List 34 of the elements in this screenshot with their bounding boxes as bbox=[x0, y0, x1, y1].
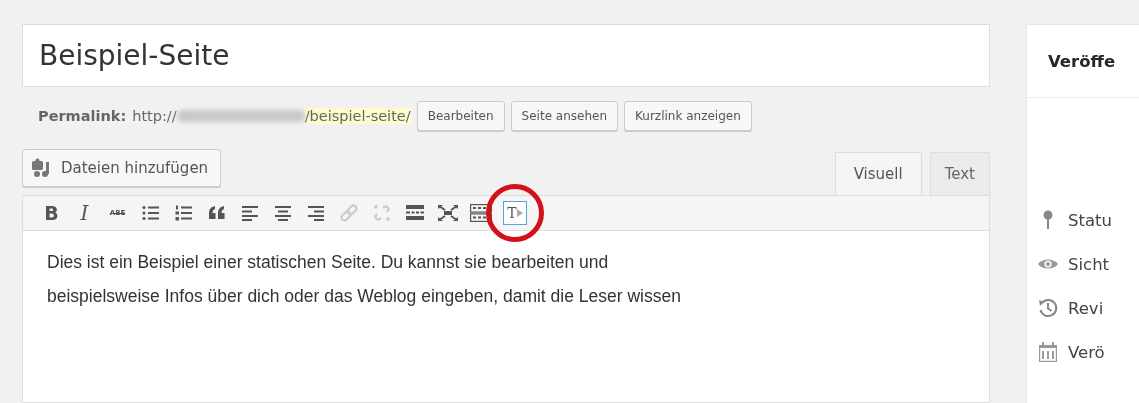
eye-icon bbox=[1038, 258, 1058, 270]
align-center-icon bbox=[273, 205, 292, 221]
quote-icon bbox=[207, 206, 226, 220]
title-field[interactable]: Beispiel-Seite bbox=[22, 24, 990, 87]
editor-tab[interactable]: Text bbox=[929, 152, 990, 195]
publish-setting-label: Statu bbox=[1068, 210, 1112, 230]
edit-permalink-button[interactable]: Bearbeiten bbox=[416, 101, 505, 131]
fullscreen-icon bbox=[437, 205, 458, 221]
permalink-url: http:// bbox=[132, 108, 177, 124]
align-left-icon bbox=[240, 205, 259, 221]
align-right-icon bbox=[306, 205, 325, 221]
calendar-icon bbox=[1038, 342, 1058, 362]
editor-text: Dies ist ein Beispiel einer statischen Seite. Du kannst sie bearbeiten und beispielsweise Infos über dich oder das Weblog eingeben, damit die Leser wissen bbox=[22, 231, 990, 403]
editor-tab[interactable]: Visuell bbox=[834, 152, 922, 195]
publish-box-title: Veröffe bbox=[1027, 25, 1139, 98]
link-icon bbox=[339, 204, 358, 222]
bulleted-list-icon bbox=[141, 205, 160, 221]
shortlink-button[interactable]: Kurzlink anzeigen bbox=[624, 101, 752, 131]
permalink-slug: /beispiel-seite/ bbox=[304, 108, 411, 124]
permalink-label: Permalink: bbox=[38, 108, 127, 124]
text-tool-button[interactable]: T bbox=[503, 201, 527, 225]
publish-setting-label: Verö bbox=[1068, 342, 1105, 362]
caret-icon bbox=[516, 209, 523, 217]
read-more-icon bbox=[404, 205, 425, 221]
publish-setting-label: Revi bbox=[1068, 298, 1104, 318]
broken-link-icon bbox=[372, 204, 391, 222]
numbered-list-icon bbox=[174, 205, 193, 221]
history-icon bbox=[1038, 298, 1058, 318]
pin-icon bbox=[1043, 210, 1053, 230]
italic-button[interactable]: I bbox=[68, 198, 101, 228]
add-media-button[interactable]: Dateien hinzufügen bbox=[22, 149, 222, 187]
bold-button[interactable]: B bbox=[35, 198, 68, 228]
view-page-button[interactable]: Seite ansehen bbox=[510, 101, 619, 131]
publish-setting-label: Sicht bbox=[1068, 254, 1110, 274]
